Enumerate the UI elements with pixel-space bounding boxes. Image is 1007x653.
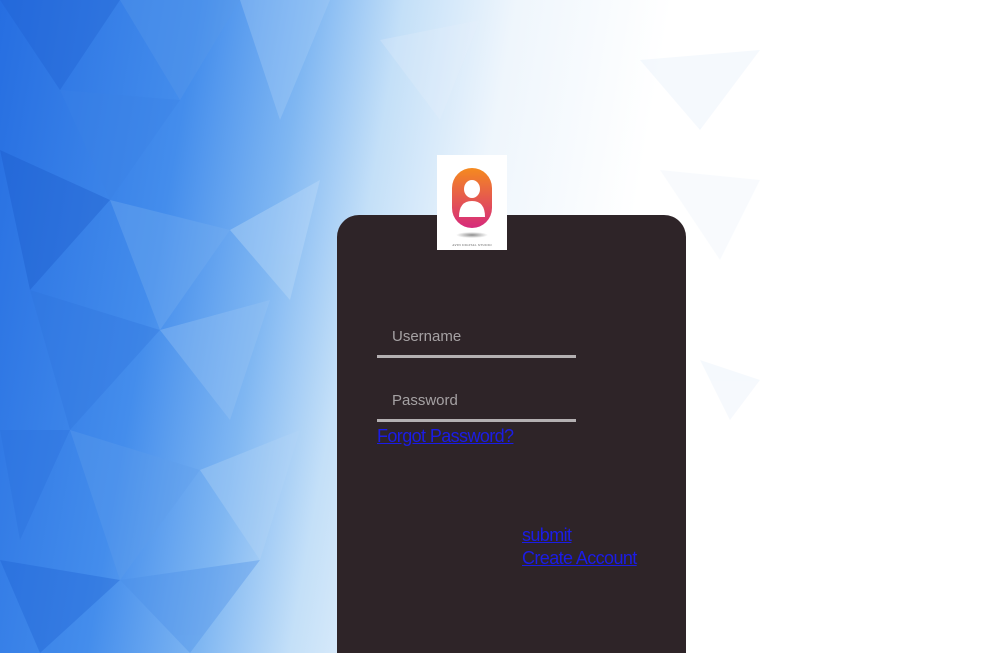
forgot-password-link[interactable]: Forgot Password?: [377, 425, 514, 447]
user-avatar-icon: [452, 168, 492, 238]
create-account-link[interactable]: Create Account: [522, 547, 637, 569]
background-right-edge: [967, 0, 1007, 653]
password-input[interactable]: [377, 382, 576, 422]
logo: AVIN DIGITAL STUDIO: [437, 155, 507, 250]
submit-link[interactable]: submit: [522, 524, 572, 546]
username-input[interactable]: [377, 318, 576, 358]
logo-caption: AVIN DIGITAL STUDIO: [452, 243, 492, 247]
login-page: AVIN DIGITAL STUDIO Forgot Password? sub…: [0, 0, 1007, 653]
